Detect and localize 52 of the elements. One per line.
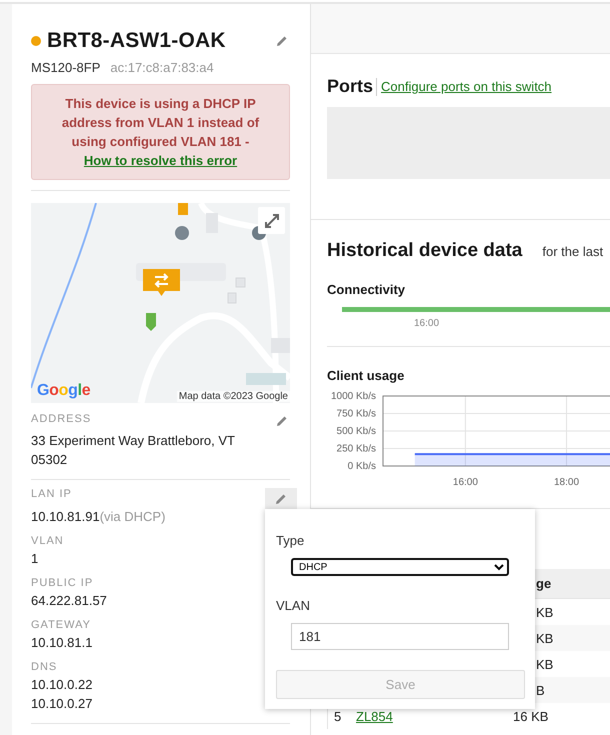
axis-label: 500 Kb/s [336, 426, 376, 437]
field-value: 10.10.0.27 [31, 695, 94, 713]
configure-ports-link[interactable]: Configure ports on this switch [381, 79, 552, 94]
field-value: 10.10.81.1 [31, 634, 94, 652]
error-alert: This device is using a DHCP IP address from VLAN 1 instead of using configured VLAN 181 - How to resolve this error [31, 84, 290, 180]
chart-title: Client usage [327, 368, 406, 383]
pencil-icon [276, 415, 288, 427]
pencil-icon [276, 35, 288, 47]
device-model: MS120-8FP [31, 60, 100, 75]
table-cell-text: 5 [334, 708, 342, 724]
field-value: 33 Experiment Way Brattleboro, VT 05302 [31, 432, 236, 469]
map-logo: Google [37, 382, 90, 400]
field-label: GATEWAY [31, 619, 91, 631]
section-title: Ports [327, 76, 374, 97]
resolve-error-link[interactable]: How to resolve this error [84, 153, 238, 168]
mac-address: ac:17:c8:a7:83:a4 [110, 60, 214, 75]
field-value: 10.10.0.22 [31, 676, 94, 694]
chart-title: Connectivity [327, 282, 406, 297]
section-title: Historical device data [327, 240, 522, 262]
time-range-text: for the last [542, 244, 604, 259]
axis-label: 18:00 [554, 477, 580, 488]
field-label: Type [276, 533, 306, 548]
field-label: LAN IP [31, 488, 72, 500]
switch-marker-icon[interactable] [143, 269, 180, 297]
client-link[interactable]: ZL854 [356, 708, 513, 724]
field-label: VLAN [31, 535, 64, 547]
expand-button[interactable] [258, 207, 285, 234]
table-cell: 16 KB [513, 708, 548, 724]
pencil-icon [275, 493, 287, 505]
axis-label: 1000 Kb/s [330, 391, 376, 402]
table-cell: KB [536, 656, 554, 672]
axis-label: 250 Kb/s [336, 444, 376, 454]
table-cell: B [536, 682, 545, 698]
field-label: ADDRESS [31, 413, 92, 425]
field-value: 10.10.81.91(via DHCP) [31, 508, 166, 526]
column-header: ge [536, 576, 552, 591]
vlan-input[interactable]: 181 [291, 623, 509, 650]
table-cell: KB [536, 604, 554, 620]
axis-label: 750 Kb/s [336, 408, 376, 420]
field-label: DNS [31, 661, 58, 673]
type-select[interactable]: DHCP [291, 558, 509, 576]
edit-ip-button[interactable] [265, 488, 297, 510]
expand-icon [264, 214, 278, 228]
device-name: BRT8-ASW1-OAK [47, 29, 227, 53]
axis-label: 16:00 [452, 477, 478, 488]
axis-label: 16:00 [414, 318, 440, 329]
field-value: 1 [31, 550, 40, 568]
map-attribution: Map data ©2023 Google [176, 391, 290, 402]
table-cell: KB [536, 630, 554, 646]
field-label: VLAN [276, 598, 311, 613]
field-label: PUBLIC IP [31, 577, 94, 589]
axis-label: 0 Kb/s [348, 461, 376, 472]
